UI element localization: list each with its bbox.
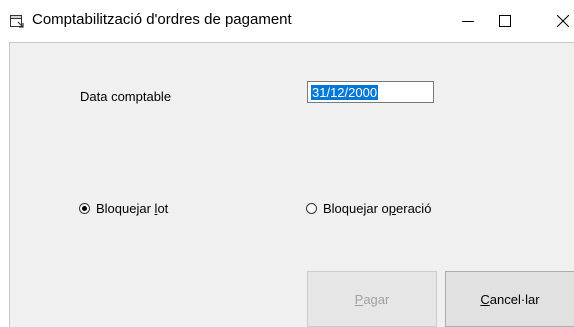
- title-bar[interactable]: Comptabilització d'ordres de pagament: [0, 0, 574, 42]
- radio-lock-operation-indicator[interactable]: [306, 203, 317, 214]
- close-icon: [557, 15, 569, 27]
- pay-button[interactable]: Pagar: [307, 271, 437, 327]
- radio-lock-batch-label: Bloquejar lot: [96, 201, 169, 216]
- cancel-button[interactable]: Cancel·lar: [445, 271, 574, 327]
- window-title: Comptabilització d'ordres de pagament: [32, 11, 292, 28]
- date-field[interactable]: 31/12/2000: [307, 81, 434, 103]
- date-label: Data comptable: [80, 89, 172, 104]
- date-value: 31/12/2000: [311, 85, 379, 100]
- radio-lock-operation-label: Bloquejar operació: [323, 201, 432, 216]
- close-button[interactable]: [540, 0, 574, 42]
- cancel-button-label: Cancel·lar: [480, 291, 540, 307]
- document-window-icon: [9, 13, 25, 29]
- radio-lock-batch-indicator[interactable]: [79, 203, 90, 214]
- radio-lock-operation[interactable]: Bloquejar operació: [306, 201, 431, 216]
- maximize-icon: [499, 15, 511, 27]
- minimize-icon: [462, 21, 474, 22]
- pay-button-label: Pagar: [354, 291, 390, 307]
- dialog-body: Data comptable 31/12/2000 Bloquejar lot …: [9, 42, 574, 327]
- maximize-button[interactable]: [482, 0, 528, 42]
- radio-lock-batch[interactable]: Bloquejar lot: [79, 201, 168, 216]
